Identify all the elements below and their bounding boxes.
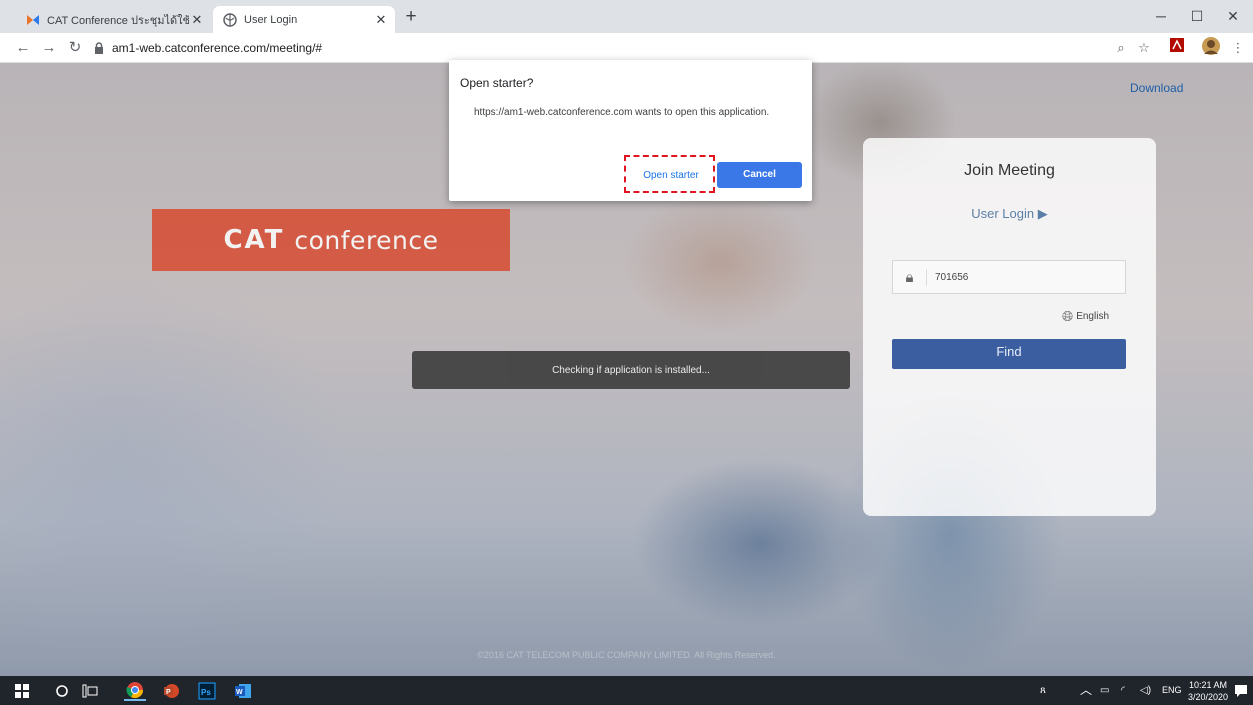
user-login-link[interactable]: User Login ▶: [863, 206, 1156, 222]
browser-toolbar: ← → ↻ am1-web.catconference.com/meeting/…: [0, 33, 1253, 63]
find-button[interactable]: Find: [892, 339, 1126, 369]
dialog-title: Open starter?: [460, 76, 534, 90]
svg-text:W: W: [236, 689, 243, 696]
globe-favicon-icon: [223, 12, 237, 27]
cat-conference-logo: CAT conference: [152, 209, 510, 271]
tab-title: CAT Conference ประชุมได้ใช้ชื่อจากฯ: [47, 14, 189, 27]
status-toast-text: Checking if application is installed...: [552, 364, 710, 376]
open-starter-button[interactable]: Open starter: [628, 164, 714, 188]
url-text: am1-web.catconference.com/meeting/#: [112, 41, 323, 55]
cat-favicon-icon: [27, 14, 39, 25]
maximize-icon[interactable]: ☐: [1180, 4, 1214, 28]
language-selector[interactable]: 🌐︎ English: [1062, 308, 1109, 325]
input-language[interactable]: ENG: [1162, 676, 1182, 705]
tab-title: User Login: [244, 13, 298, 26]
logo-light-text: conference: [294, 225, 439, 255]
status-toast: Checking if application is installed...: [412, 351, 850, 389]
minimize-icon[interactable]: ─: [1144, 4, 1178, 28]
meeting-id-input[interactable]: [927, 271, 1107, 283]
tab-close-icon[interactable]: ✕: [373, 12, 389, 28]
notification-icon[interactable]: [1232, 680, 1250, 701]
browser-tab-strip: CAT Conference ประชุมได้ใช้ชื่อจากฯ ✕ Us…: [0, 0, 1253, 33]
chevron-up-icon[interactable]: ︿: [1080, 676, 1092, 705]
new-tab-button[interactable]: +: [400, 6, 422, 28]
photoshop-taskbar-icon[interactable]: Ps: [196, 680, 218, 701]
back-icon[interactable]: ←: [12, 37, 34, 59]
copyright-footer: ©2016 CAT TELECOM PUBLIC COMPANY LIMITED…: [477, 650, 776, 660]
tab-close-icon[interactable]: ✕: [189, 12, 205, 28]
cancel-button[interactable]: Cancel: [717, 162, 802, 188]
download-link[interactable]: Download: [1130, 81, 1183, 95]
meeting-id-field[interactable]: 🔒︎: [892, 260, 1126, 294]
svg-text:Ps: Ps: [201, 688, 211, 697]
clock-date: 3/20/2020: [1187, 692, 1229, 702]
people-icon[interactable]: ጸ: [1040, 676, 1046, 705]
forward-icon[interactable]: →: [38, 37, 60, 59]
globe-icon: 🌐︎: [1062, 308, 1074, 324]
system-clock[interactable]: 10:21 AM 3/20/2020: [1185, 679, 1231, 703]
search-icon[interactable]: [52, 680, 72, 701]
open-app-dialog: Open starter? https://am1-web.catconfere…: [449, 60, 812, 201]
acrobat-extension-icon[interactable]: [1166, 37, 1188, 59]
address-bar[interactable]: am1-web.catconference.com/meeting/#: [94, 37, 322, 59]
clock-time: 10:21 AM: [1188, 680, 1228, 690]
tab-user-login[interactable]: User Login ✕: [213, 6, 395, 33]
battery-icon[interactable]: ▭: [1100, 676, 1109, 705]
lock-icon: [95, 42, 103, 54]
svg-text:P: P: [166, 689, 171, 696]
tab-cat-conference[interactable]: CAT Conference ประชุมได้ใช้ชื่อจากฯ ✕: [16, 6, 211, 33]
volume-icon[interactable]: ◁): [1140, 676, 1151, 705]
zoom-icon[interactable]: ⌕: [1110, 37, 1132, 59]
chrome-taskbar-icon[interactable]: [124, 680, 146, 701]
logo-bold-text: CAT: [223, 225, 285, 255]
windows-taskbar: P Ps W ጸ ︿ ▭ ◜ ◁) ENG 10:21 AM 3/20/2020: [0, 676, 1253, 705]
padlock-icon: 🔒︎: [893, 268, 927, 286]
profile-avatar-icon[interactable]: [1200, 37, 1222, 59]
join-meeting-title: Join Meeting: [964, 162, 1055, 179]
close-window-icon[interactable]: ✕: [1216, 4, 1250, 28]
windows-start-icon[interactable]: [12, 680, 32, 701]
word-taskbar-icon[interactable]: W: [232, 680, 254, 701]
browser-menu-icon[interactable]: ⋮: [1227, 37, 1249, 59]
dialog-message: https://am1-web.catconference.com wants …: [474, 107, 770, 118]
wifi-icon[interactable]: ◜: [1121, 676, 1125, 705]
powerpoint-taskbar-icon[interactable]: P: [160, 680, 182, 701]
reload-icon[interactable]: ↻: [64, 37, 86, 59]
join-meeting-card: Join Meeting User Login ▶ 🔒︎ 🌐︎ English …: [863, 138, 1156, 516]
language-label: English: [1076, 311, 1110, 322]
task-view-icon[interactable]: [80, 680, 100, 701]
bookmark-star-icon[interactable]: ☆: [1133, 37, 1155, 59]
